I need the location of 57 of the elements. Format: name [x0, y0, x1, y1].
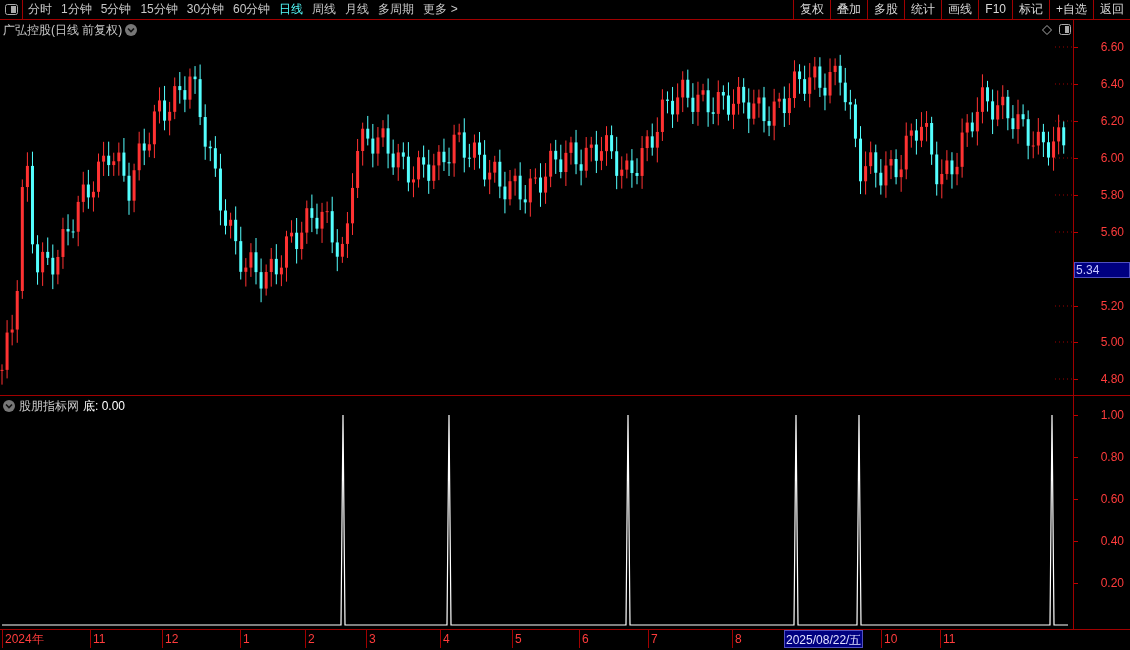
- toolbar-button[interactable]: 画线: [941, 0, 979, 19]
- diamond-icon[interactable]: [1042, 25, 1052, 35]
- panel-toggle-icon[interactable]: [4, 4, 18, 15]
- axis-label: 4.80: [1100, 372, 1124, 386]
- dropdown-icon[interactable]: [3, 400, 15, 412]
- time-axis-label: 6: [579, 630, 589, 648]
- period-tab[interactable]: 15分钟: [140, 0, 178, 19]
- axis-label: 0.20: [1100, 576, 1124, 590]
- time-axis-label: 1: [240, 630, 250, 648]
- toolbar-button[interactable]: 统计: [904, 0, 942, 19]
- chart-title: 广弘控股(日线 前复权): [3, 22, 123, 39]
- axis-label: 5.00: [1100, 335, 1124, 349]
- time-axis-label: 11: [940, 630, 956, 648]
- toolbar-button[interactable]: +自选: [1049, 0, 1093, 19]
- time-axis-label: 2025/08/22/五: [784, 630, 864, 648]
- time-axis-label: 3: [366, 630, 376, 648]
- current-price-label: 5.34: [1074, 262, 1130, 278]
- axis-label: 0.80: [1100, 450, 1124, 464]
- time-axis-label: 5: [512, 630, 522, 648]
- time-axis-label: 7: [648, 630, 658, 648]
- toolbar-button[interactable]: 多股: [867, 0, 905, 19]
- toolbar-button[interactable]: F10: [978, 0, 1012, 19]
- time-axis-label: 10: [881, 630, 898, 648]
- axis-label: 5.20: [1100, 299, 1124, 313]
- axis-label: 1.00: [1100, 408, 1124, 422]
- axis-label: 5.80: [1100, 188, 1124, 202]
- period-tab[interactable]: 日线: [279, 0, 304, 19]
- time-axis-label: 11: [90, 630, 106, 648]
- toolbar-button[interactable]: 叠加: [830, 0, 868, 19]
- time-axis-label: 4: [440, 630, 450, 648]
- period-tab[interactable]: 分时: [28, 0, 52, 19]
- period-tab[interactable]: 月线: [345, 0, 370, 19]
- period-tab[interactable]: 5分钟: [100, 0, 132, 19]
- dropdown-icon[interactable]: [125, 24, 138, 36]
- toolbar-button[interactable]: 标记: [1012, 0, 1049, 19]
- period-tab[interactable]: 更多 >: [423, 0, 458, 19]
- period-tab[interactable]: 60分钟: [233, 0, 271, 19]
- time-axis-label: 2024年: [2, 630, 44, 648]
- axis-label: 6.60: [1100, 40, 1124, 54]
- period-tab[interactable]: 30分钟: [186, 0, 225, 19]
- axis-label: 0.60: [1100, 492, 1124, 506]
- period-tab[interactable]: 周线: [312, 0, 337, 19]
- time-axis-label: 12: [162, 630, 179, 648]
- panel-toggle-icon[interactable]: [1059, 24, 1071, 35]
- time-axis-label: 8: [732, 630, 742, 648]
- indicator-reading: 底: 0.00: [83, 398, 126, 415]
- axis-label: 6.00: [1100, 151, 1124, 165]
- axis-label: 6.40: [1100, 77, 1124, 91]
- period-tab[interactable]: 多周期: [378, 0, 415, 19]
- time-axis-label: 2: [305, 630, 315, 648]
- indicator-name: 股朋指标网: [19, 398, 79, 415]
- axis-label: 6.20: [1100, 114, 1124, 128]
- toolbar-button[interactable]: 复权: [793, 0, 831, 19]
- toolbar-button[interactable]: 返回: [1093, 0, 1130, 19]
- period-tab[interactable]: 1分钟: [61, 0, 92, 19]
- axis-label: 5.60: [1100, 225, 1124, 239]
- axis-label: 0.40: [1100, 534, 1124, 548]
